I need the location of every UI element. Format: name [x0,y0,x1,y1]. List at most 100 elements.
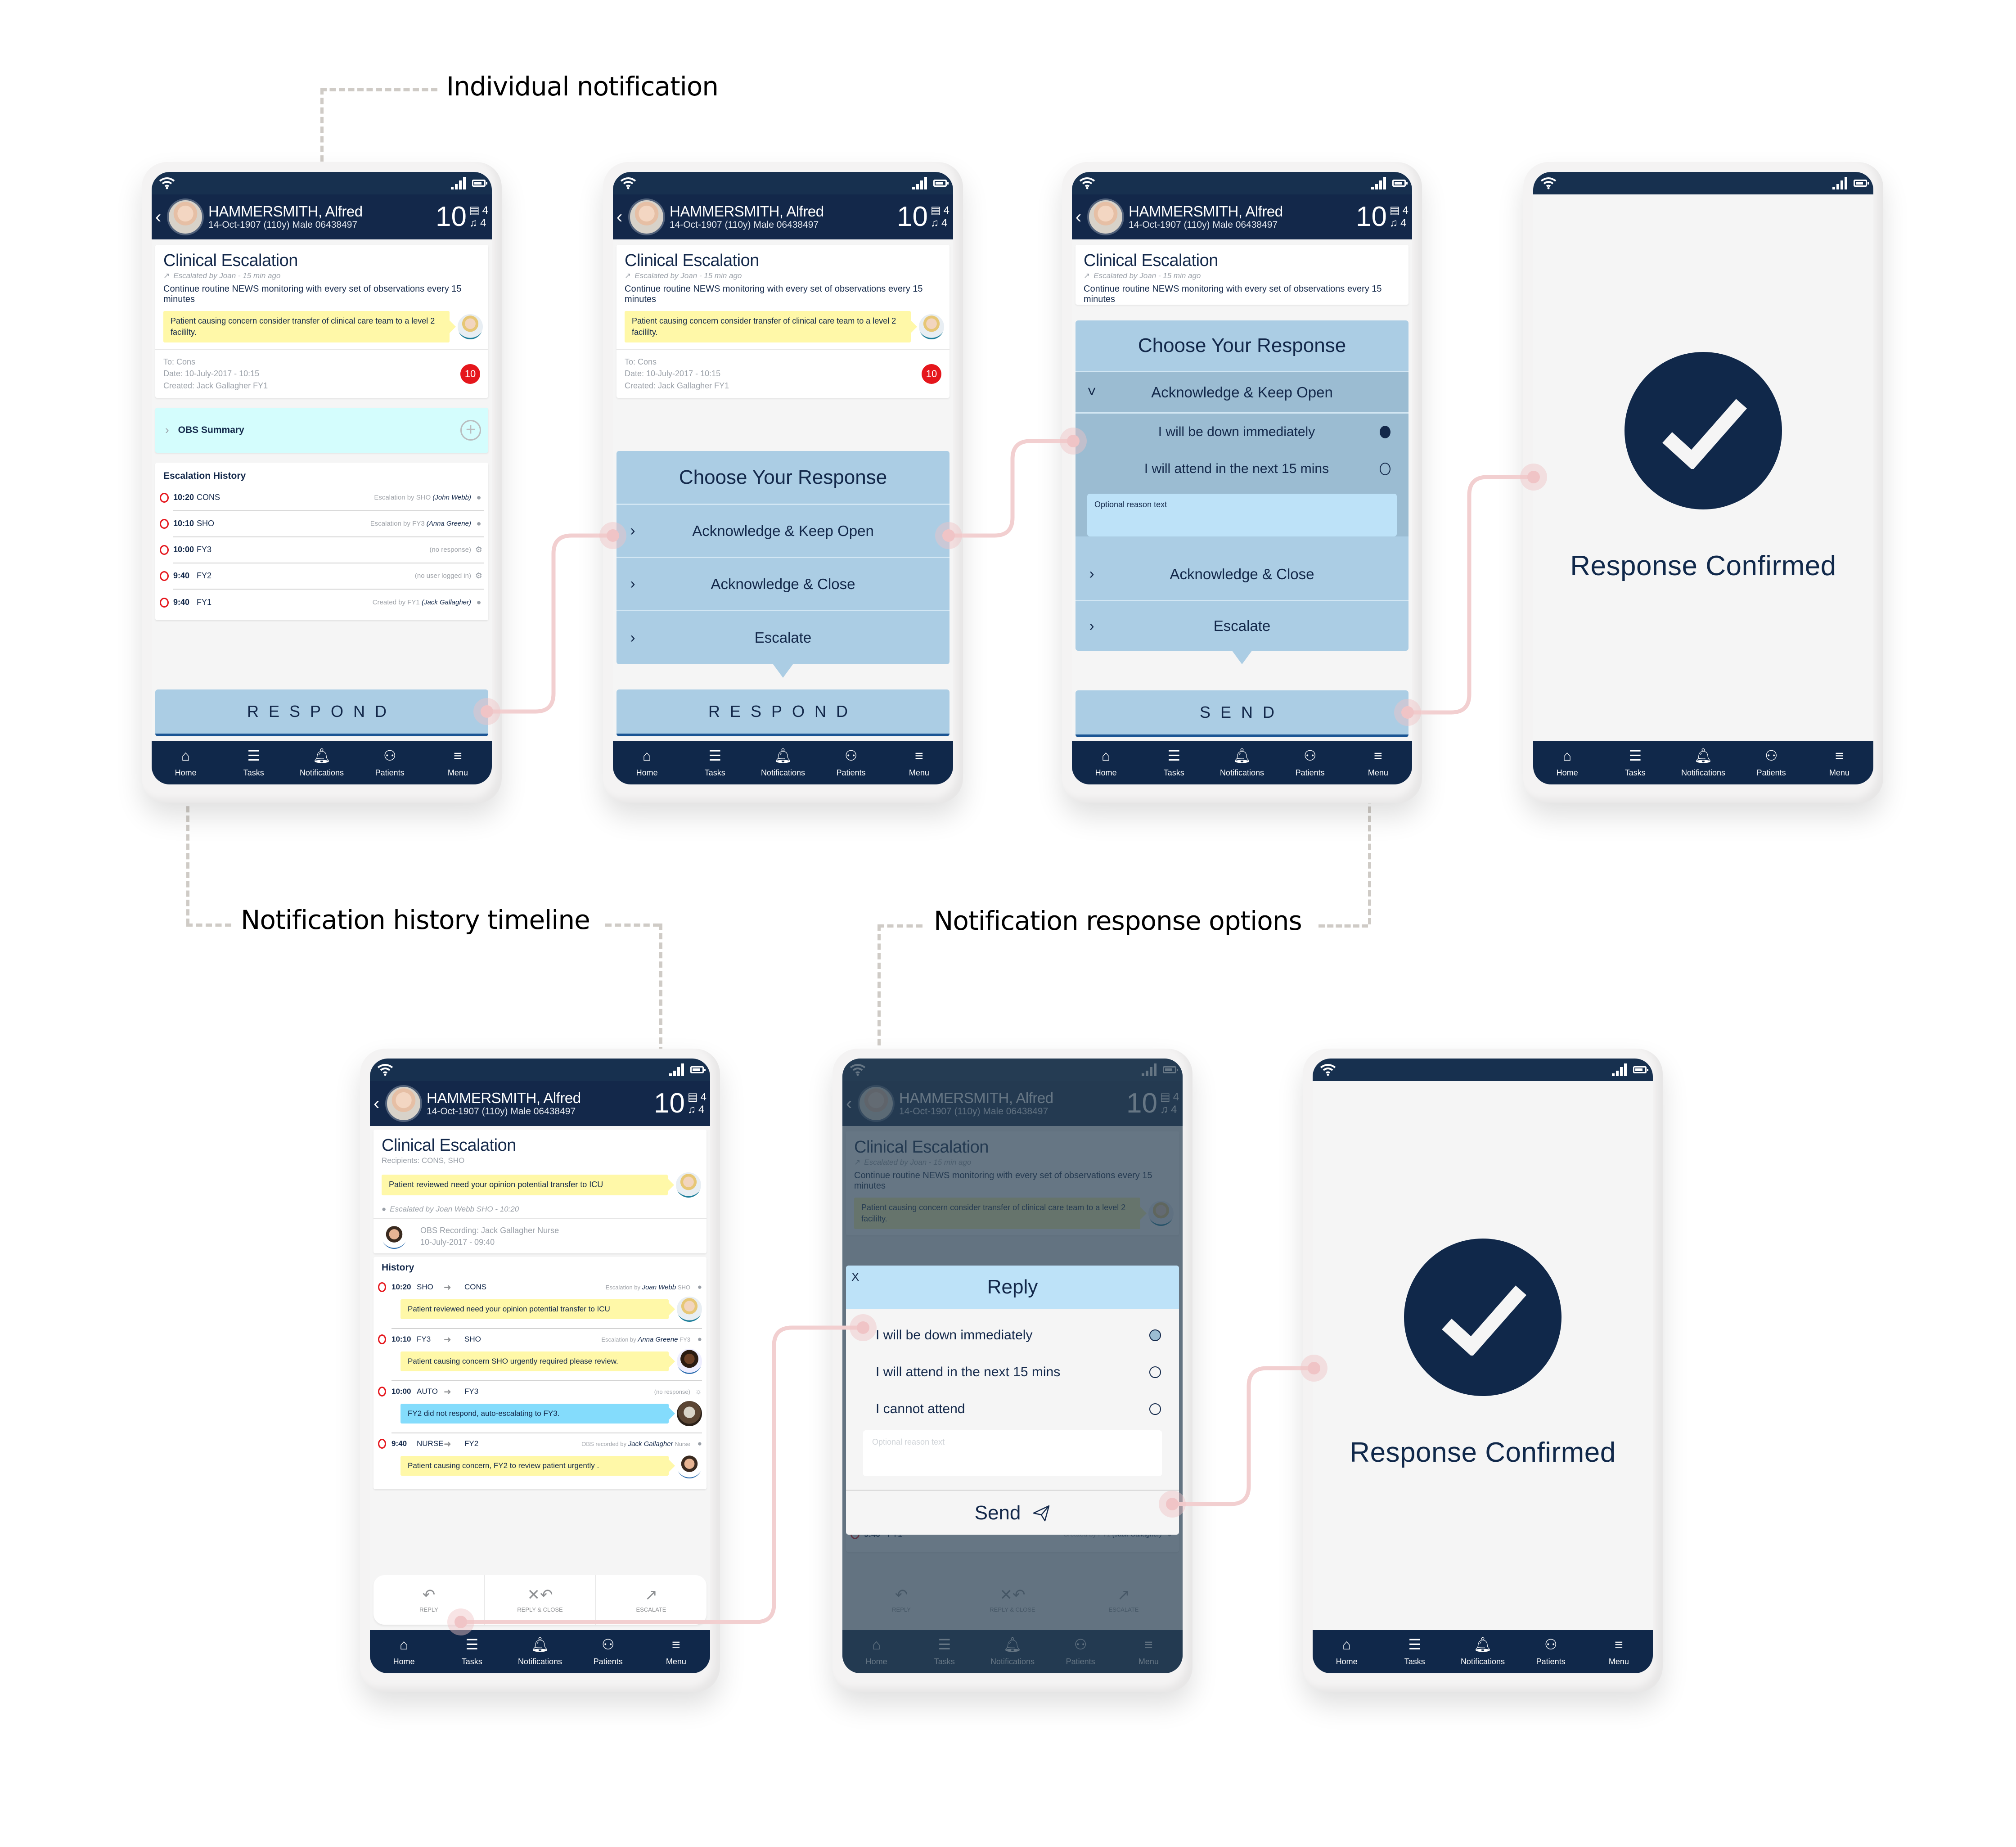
status-bar [1533,172,1873,194]
radio-selected[interactable] [1380,426,1390,438]
nav-label: Home [636,768,658,777]
reply-option-cannot-attend[interactable]: I cannot attend [846,1391,1179,1428]
alerts-count: 4 [480,217,486,229]
annotation-leader [186,924,231,927]
send-button[interactable]: Send [846,1490,1179,1535]
response-option-ack-keep-open[interactable]: › Acknowledge & Keep Open [616,505,950,558]
screen: ‹ HAMMERSMITH, Alfred 14-Oct-1907 (110y)… [613,172,953,784]
nav-menu[interactable]: ≡ Menu [1805,748,1873,778]
nav-home[interactable]: ⌂ Home [613,748,681,778]
bottom-nav: ⌂ Home ☰ Tasks 🔔︎ Notifications ⚇ Patients ≡… [370,1630,710,1673]
status-bar [152,172,492,194]
reply-option-attend-15[interactable]: I will attend in the next 15 mins [846,1354,1179,1391]
nav-notifications[interactable]: 🔔︎ Notifications [506,1637,574,1667]
back-icon[interactable]: ‹ [155,208,167,226]
sub-option-down-immediately[interactable]: I will be down immediately [1076,414,1408,450]
sub-option-attend-15[interactable]: I will attend in the next 15 mins [1076,450,1408,487]
respond-button[interactable]: RESPOND [616,689,950,736]
annotation-leader [320,88,437,91]
add-icon[interactable]: + [460,419,481,441]
obs-summary-row[interactable]: › OBS Summary + [155,407,488,453]
back-icon[interactable]: ‹ [616,208,628,226]
annotation-leader [1318,924,1368,928]
entry-to: FY2 [464,1439,479,1448]
nav-home[interactable]: ⌂ Home [1072,748,1140,778]
response-option-ack-keep-open[interactable]: ˅ Acknowledge & Keep Open [1076,372,1408,414]
nav-patients[interactable]: ⚇ Patients [817,748,885,778]
send-button[interactable]: SEND [1076,690,1408,737]
nav-menu[interactable]: ≡ Menu [1585,1637,1653,1667]
user-icon: ● [382,1205,387,1213]
nav-home[interactable]: ⌂ Home [1313,1637,1381,1667]
response-option-escalate[interactable]: › Escalate [1076,601,1408,651]
nav-tasks[interactable]: ☰ Tasks [438,1637,506,1667]
reason-input[interactable]: Optional reason text [863,1430,1162,1476]
nav-patients[interactable]: ⚇ Patients [1517,1637,1585,1667]
nav-tasks[interactable]: ☰ Tasks [220,748,288,778]
timeline-dot [160,571,169,581]
response-option-escalate[interactable]: › Escalate [616,611,950,664]
bottom-nav: ⌂ Home ☰ Tasks 🔔︎ Notifications ⚇ Patients ≡… [152,741,492,784]
nav-notifications[interactable]: 🔔︎ Notifications [1449,1637,1516,1667]
patient-header: ‹ HAMMERSMITH, Alfred 14-Oct-1907 (110y)… [152,194,492,239]
option-label: Escalate [754,629,812,646]
back-icon[interactable]: ‹ [1076,208,1087,226]
escalation-history-title: Escalation History [163,470,246,481]
nav-tasks[interactable]: ☰ Tasks [681,748,749,778]
escalate-button[interactable]: ↗ ESCALATE [596,1575,706,1625]
alerts-count: 4 [698,1104,705,1116]
people-icon: ⚇ [1303,747,1317,764]
reply-option-down-immediately[interactable]: I will be down immediately [846,1317,1179,1354]
response-option-ack-close[interactable]: › Acknowledge & Close [616,558,950,611]
reply-button[interactable]: ↶ REPLY [374,1575,485,1625]
obs-date: 10-July-2017 - 09:40 [420,1238,495,1247]
respond-button[interactable]: RESPOND [155,689,488,736]
radio-unselected[interactable] [1149,1366,1161,1378]
radio-selected[interactable] [1149,1329,1161,1341]
nav-menu[interactable]: ≡ Menu [885,748,953,778]
close-icon[interactable]: X [851,1270,859,1284]
nav-tasks[interactable]: ☰ Tasks [1601,748,1669,778]
nav-tasks[interactable]: ☰ Tasks [1381,1637,1449,1667]
paper-plane-icon [1033,1505,1050,1521]
notification-date: Date: 10-July-2017 - 10:15 [163,369,260,378]
nav-home[interactable]: ⌂ Home [152,748,220,778]
notification-instruction: Continue routine NEWS monitoring with ev… [163,284,462,304]
radio-unselected[interactable] [1380,463,1390,475]
history-title: History [382,1262,414,1273]
reply-modal: X Reply I will be down immediately I wil… [846,1266,1179,1535]
entry-by-name: Anna Greene [638,1335,678,1343]
radio-unselected[interactable] [1149,1403,1161,1415]
nav-notifications[interactable]: 🔔︎ Notifications [1669,748,1737,778]
nav-menu[interactable]: ≡ Menu [424,748,492,778]
back-icon[interactable]: ‹ [374,1095,385,1113]
entry-time: 9:40 [392,1439,407,1448]
news-score: 10 [653,1088,685,1119]
nav-menu[interactable]: ≡ Menu [1344,748,1412,778]
reply-icon: ↶ [422,1586,436,1604]
nav-patients[interactable]: ⚇ Patients [356,748,424,778]
entry-by: Escalation by [601,1336,636,1343]
sliders-icon: ☰ [465,1636,479,1653]
response-option-ack-close[interactable]: › Acknowledge & Close [1076,548,1408,601]
tasks-count: 4 [482,204,488,217]
nav-patients[interactable]: ⚇ Patients [574,1637,642,1667]
nav-label: Home [393,1657,415,1666]
chevron-right-icon: › [630,522,635,539]
patient-avatar [385,1085,422,1122]
reply-close-button[interactable]: ✕↶ REPLY & CLOSE [485,1575,596,1625]
notification-title: Clinical Escalation [625,251,759,270]
nav-patients[interactable]: ⚇ Patients [1737,748,1805,778]
people-icon: ⚇ [383,747,396,764]
nav-tasks[interactable]: ☰ Tasks [1140,748,1208,778]
nav-notifications[interactable]: 🔔︎ Notifications [749,748,817,778]
patient-header: ‹ HAMMERSMITH, Alfred 14-Oct-1907 (110y)… [370,1081,710,1126]
nav-patients[interactable]: ⚇ Patients [1276,748,1344,778]
nav-home[interactable]: ⌂ Home [1533,748,1601,778]
nav-notifications[interactable]: 🔔︎ Notifications [288,748,356,778]
nav-notifications[interactable]: 🔔︎ Notifications [1208,748,1276,778]
nav-menu[interactable]: ≡ Menu [642,1637,710,1667]
nav-home[interactable]: ⌂ Home [370,1637,438,1667]
reason-input[interactable]: Optional reason text [1087,494,1397,536]
entry-to: CONS [464,1283,487,1291]
